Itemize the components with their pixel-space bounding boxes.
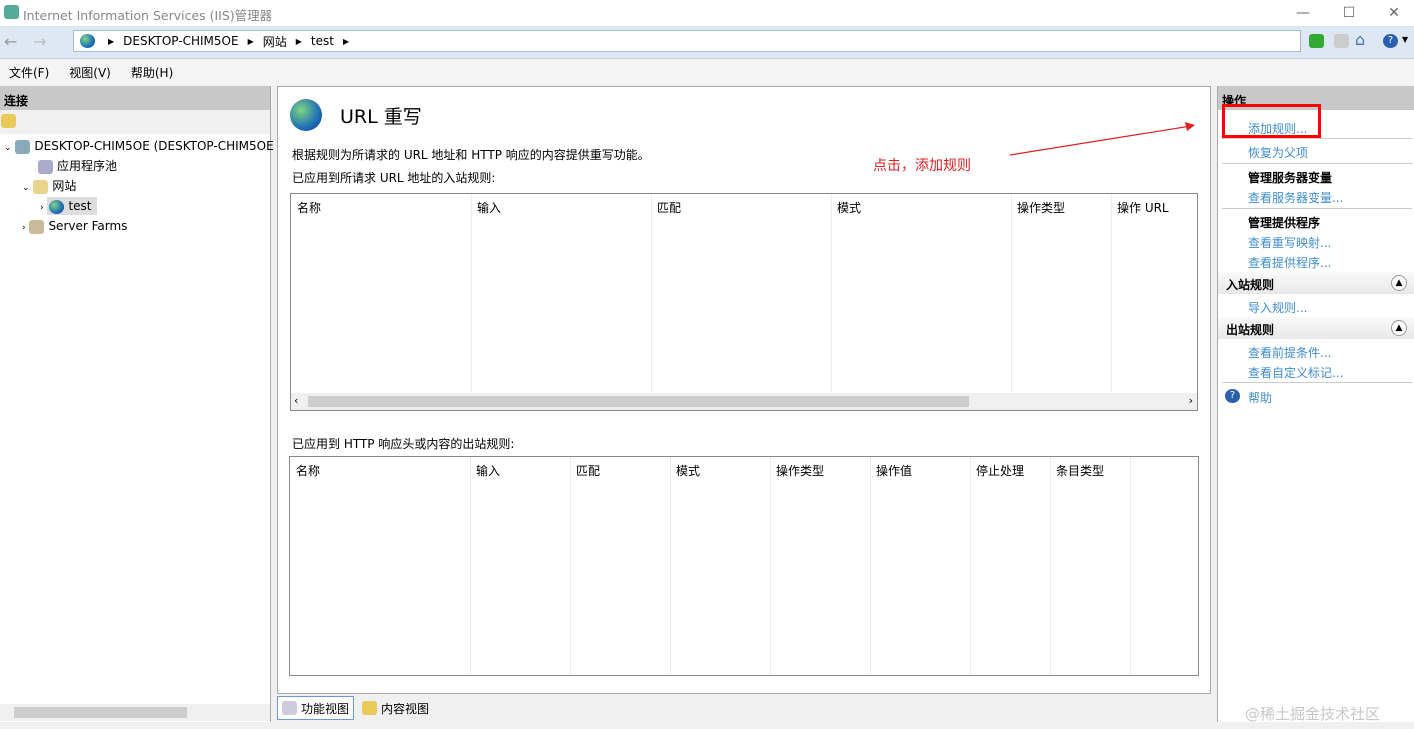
tree-item-server[interactable]: ⌄ DESKTOP-CHIM5OE (DESKTOP-CHIM5OE [0,136,274,156]
window-title: Internet Information Services (IIS)管理器 [23,8,273,23]
chevron-down-icon[interactable]: ▼ [1402,35,1408,44]
crumb-test[interactable]: test [311,34,334,48]
view-tabs: 功能视图 内容视图 [277,696,433,720]
menu-bar: 文件(F) 视图(V) 帮助(H) [0,60,1414,85]
column-header[interactable]: 操作类型 [1017,199,1065,216]
column-header[interactable]: 模式 [676,462,700,479]
tab-features-view[interactable]: 功能视图 [277,696,355,720]
import-rules-link[interactable]: 导入规则... [1248,299,1307,316]
content-view-icon [362,701,378,715]
home-icon[interactable]: ⌂ [1355,30,1365,49]
url-rewrite-icon [290,99,322,131]
page-title: URL 重写 [340,106,422,128]
column-header[interactable]: 名称 [297,199,321,216]
maximize-button[interactable]: ☐ [1329,2,1369,24]
connections-header: 连接 [0,86,270,110]
help-icon[interactable]: ? [1383,34,1398,48]
view-custom-tags-link[interactable]: 查看自定义标记... [1248,364,1343,381]
chevron-right-icon: ▶ [247,36,254,46]
folder-icon [33,179,49,194]
view-server-vars-link[interactable]: 查看服务器变量... [1248,189,1343,206]
minimize-button[interactable]: — [1283,2,1323,24]
inbound-rules-table[interactable]: 名称 输入 匹配 模式 操作类型 操作 URL ‹ › [290,193,1198,411]
globe-icon [49,199,65,214]
inbound-label: 已应用到所请求 URL 地址的入站规则: [292,171,496,185]
column-header[interactable]: 匹配 [576,462,600,479]
help-link[interactable]: 帮助 [1248,389,1272,406]
column-header[interactable]: 停止处理 [976,462,1024,479]
providers-title: 管理提供程序 [1248,216,1321,230]
horizontal-scrollbar[interactable]: ‹ › [291,393,1197,410]
crumb-sites[interactable]: 网站 [263,33,287,50]
tree-item-test[interactable]: › test [0,196,270,216]
stop-icon[interactable] [1334,34,1349,48]
breadcrumb[interactable]: ▶ DESKTOP-CHIM5OE ▶ 网站 ▶ test ▶ [73,30,1301,52]
column-header[interactable]: 名称 [296,462,320,479]
view-preconditions-link[interactable]: 查看前提条件... [1248,344,1331,361]
column-header[interactable]: 输入 [477,199,501,216]
tree-item-server-farms[interactable]: › Server Farms [0,216,270,236]
globe-icon [80,34,95,48]
annotation-text: 点击，添加规则 [873,158,971,174]
url-rewrite-panel: URL 重写 根据规则为所请求的 URL 地址和 HTTP 响应的内容提供重写功… [277,86,1211,694]
chevron-right-icon: ▶ [342,36,350,46]
view-rewrite-maps-link[interactable]: 查看重写映射... [1248,234,1331,251]
app-pool-icon [38,159,53,174]
horizontal-scrollbar[interactable] [0,704,270,721]
chevron-up-icon[interactable]: ▲ [1391,275,1407,291]
inbound-section-header[interactable]: 入站规则 ▲ [1218,272,1414,294]
help-icon: ? [1225,389,1240,403]
connections-toolbar [0,110,270,134]
tree-item-sites[interactable]: ⌄ 网站 [0,176,270,196]
tab-content-view[interactable]: 内容视图 [358,696,433,720]
chevron-right-icon: ▶ [295,36,302,46]
back-button[interactable]: ← [4,32,17,51]
actions-panel: 操作 添加规则... 恢复为父项 管理服务器变量 查看服务器变量... 管理提供… [1217,86,1414,722]
column-header[interactable]: 模式 [837,199,861,216]
crumb-server[interactable]: DESKTOP-CHIM5OE [123,34,238,48]
connections-panel: 连接 ⌄ DESKTOP-CHIM5OE (DESKTOP-CHIM5OE 应用… [0,86,274,722]
menu-help[interactable]: 帮助(H) [131,64,173,81]
refresh-icon[interactable] [1309,34,1324,48]
outbound-rules-table[interactable]: 名称 输入 匹配 模式 操作类型 操作值 停止处理 条目类型 [289,456,1199,676]
watermark: @稀土掘金技术社区 [1245,705,1381,723]
column-header[interactable]: 匹配 [657,199,681,216]
outbound-label: 已应用到 HTTP 响应头或内容的出站规则: [292,437,515,451]
address-bar: ← → ▶ DESKTOP-CHIM5OE ▶ 网站 ▶ test ▶ ⌂ ? … [0,26,1414,59]
menu-file[interactable]: 文件(F) [9,64,49,81]
highlight-box [1222,104,1321,138]
menu-view[interactable]: 视图(V) [69,64,111,81]
title-bar: Internet Information Services (IIS)管理器 —… [0,0,1414,26]
column-header[interactable]: 输入 [476,462,500,479]
iis-icon [4,5,19,19]
column-header[interactable]: 条目类型 [1056,462,1104,479]
forward-button[interactable]: → [33,32,46,51]
close-button[interactable]: ✕ [1374,2,1414,24]
connect-icon[interactable] [1,113,16,128]
server-farm-icon [29,219,45,234]
description: 根据规则为所请求的 URL 地址和 HTTP 响应的内容提供重写功能。 [292,148,650,162]
features-view-icon [282,701,297,715]
annotation-arrow [1009,122,1195,156]
revert-link[interactable]: 恢复为父项 [1248,144,1308,161]
server-vars-title: 管理服务器变量 [1248,171,1333,185]
tree-item-app-pools[interactable]: 应用程序池 [0,156,270,176]
server-icon [15,139,31,154]
column-header[interactable]: 操作 URL [1117,199,1169,216]
column-header[interactable]: 操作类型 [776,462,824,479]
outbound-section-header[interactable]: 出站规则 ▲ [1218,317,1414,339]
column-header[interactable]: 操作值 [876,462,912,479]
chevron-right-icon: ▶ [108,36,115,46]
view-providers-link[interactable]: 查看提供程序... [1248,254,1331,271]
chevron-up-icon[interactable]: ▲ [1391,320,1407,336]
